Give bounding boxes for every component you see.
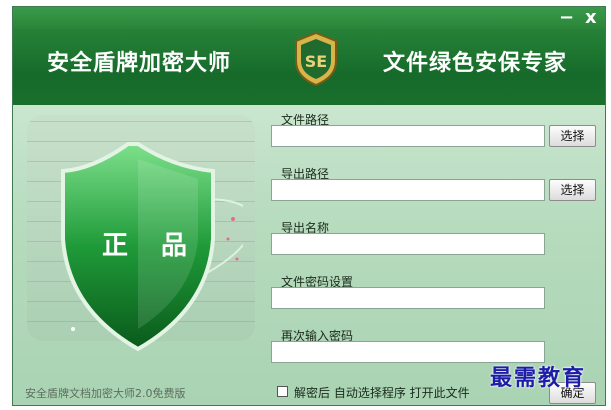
logo-text: SE	[305, 52, 327, 71]
open-after-decrypt-checkbox[interactable]	[277, 386, 288, 397]
file-path-input[interactable]	[271, 125, 545, 147]
shield-text: 正 品	[102, 231, 200, 261]
export-path-input[interactable]	[271, 179, 545, 201]
version-text: 安全盾牌文档加密大师2.0免费版	[25, 387, 186, 400]
close-icon[interactable]: x	[585, 9, 597, 27]
header-banner: − x 安全盾牌加密大师 SE 文件绿色安保专家	[13, 7, 605, 105]
title-bar	[13, 7, 605, 29]
password-input[interactable]	[271, 287, 545, 309]
select-file-button[interactable]: 选择	[549, 125, 596, 147]
minimize-icon[interactable]: −	[559, 9, 574, 27]
shield-logo-icon: SE	[295, 31, 337, 87]
select-export-button[interactable]: 选择	[549, 179, 596, 201]
app-window: − x 安全盾牌加密大师 SE 文件绿色安保专家 正 品 文件路径 选择 导出路…	[12, 6, 606, 406]
app-slogan: 文件绿色安保专家	[383, 50, 568, 76]
app-title: 安全盾牌加密大师	[47, 50, 232, 76]
watermark-text: 最需教育	[490, 365, 587, 391]
checkbox-label: 解密后 自动选择程序 打开此文件	[294, 386, 470, 400]
export-name-input[interactable]	[271, 233, 545, 255]
